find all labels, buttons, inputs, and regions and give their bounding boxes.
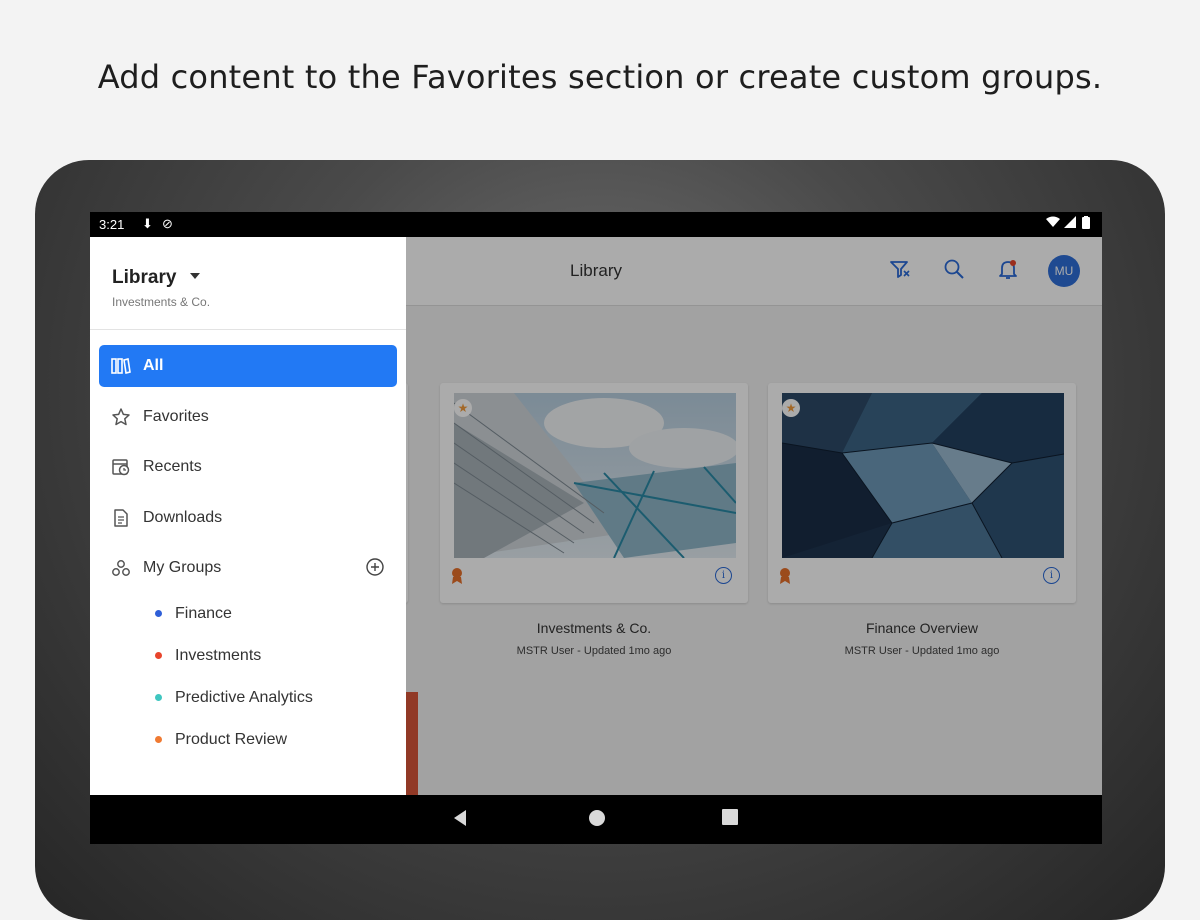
group-label: Predictive Analytics [175, 689, 313, 706]
wifi-icon [1046, 216, 1060, 231]
chevron-down-icon[interactable] [190, 273, 200, 279]
document-icon [111, 508, 131, 528]
library-app: Library MU ★ i ★ i Investments & Co. MST… [90, 237, 1102, 795]
signal-icon [1064, 216, 1076, 231]
navigation-drawer: Library Investments & Co. All Favorites [90, 237, 406, 795]
divider [90, 329, 406, 330]
home-icon[interactable] [588, 809, 606, 832]
nav-item-my-groups[interactable]: My Groups [99, 547, 397, 589]
nav-item-label: Downloads [143, 509, 223, 526]
status-time: 3:21 [99, 217, 125, 232]
group-color-dot [155, 610, 162, 617]
battery-icon [1082, 216, 1090, 232]
library-subtitle: Investments & Co. [112, 295, 211, 309]
system-nav-bar [90, 795, 1102, 844]
nav-item-label: Recents [143, 458, 202, 475]
group-label: Investments [175, 647, 262, 664]
group-label: Finance [175, 605, 232, 622]
nav-item-downloads[interactable]: Downloads [99, 497, 397, 539]
caption-text: Add content to the Favorites section or … [97, 58, 1103, 96]
nav-item-label: All [143, 357, 164, 374]
nav-item-label: My Groups [143, 559, 222, 576]
back-icon[interactable] [452, 809, 468, 832]
group-color-dot [155, 736, 162, 743]
star-outline-icon [111, 407, 131, 427]
library-selector[interactable]: Library [112, 267, 176, 289]
group-color-dot [155, 694, 162, 701]
recents-clock-icon [111, 457, 131, 477]
add-group-button[interactable] [366, 558, 384, 576]
nav-item-recents[interactable]: Recents [99, 446, 397, 488]
nav-item-all[interactable]: All [99, 345, 397, 387]
groups-icon [111, 558, 131, 578]
download-status-icon: ⬇ [142, 216, 153, 231]
overview-icon[interactable] [722, 809, 738, 830]
status-bar: 3:21 ⬇ ⊘ [90, 212, 1102, 237]
library-grid-icon [111, 356, 131, 376]
group-color-dot [155, 652, 162, 659]
nav-item-label: Favorites [143, 408, 209, 425]
nav-item-favorites[interactable]: Favorites [99, 396, 397, 438]
group-label: Product Review [175, 731, 288, 748]
do-not-disturb-icon: ⊘ [162, 216, 173, 231]
tablet-screen: 3:21 ⬇ ⊘ Library MU ★ i ★ i Investments … [90, 212, 1102, 844]
